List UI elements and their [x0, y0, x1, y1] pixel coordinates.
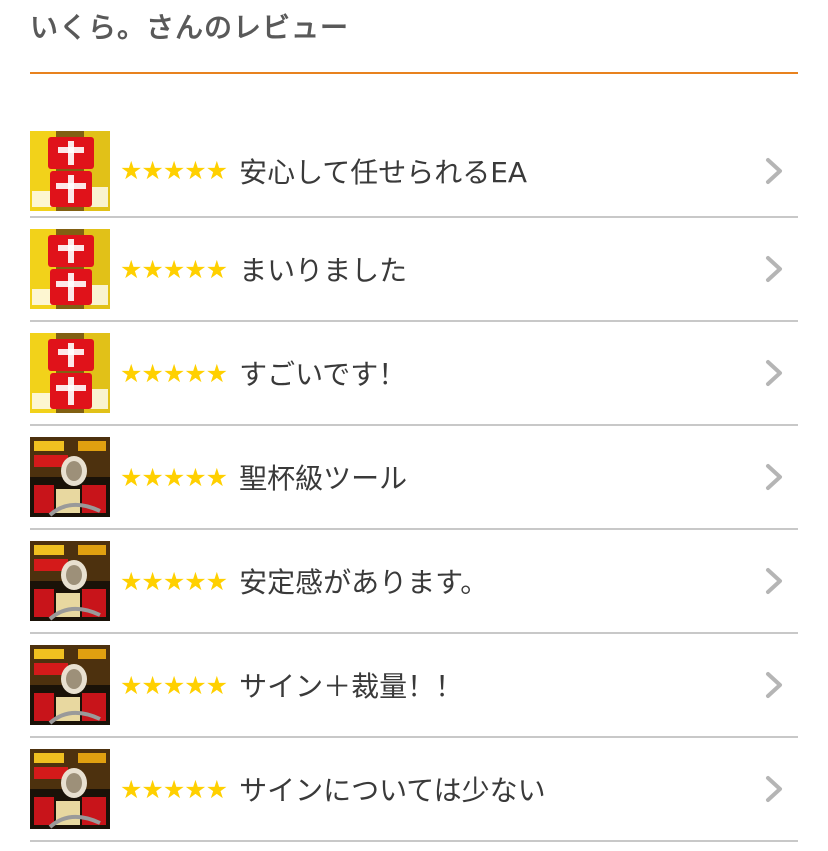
tiger-banner-image	[30, 645, 110, 725]
star-rating: ★★★★★	[120, 462, 228, 492]
review-title: すごいです！	[239, 358, 407, 391]
chevron-right-icon	[766, 256, 782, 282]
review-title: 聖杯級ツール	[239, 462, 408, 495]
review-row[interactable]: ★★★★★ 安定感があります。	[30, 530, 798, 634]
review-title: まいりました	[239, 254, 408, 287]
product-thumbnail	[30, 333, 110, 413]
product-thumbnail	[30, 541, 110, 621]
product-thumbnail	[30, 229, 110, 309]
review-row[interactable]: ★★★★★ 安心して任せられるEA	[30, 125, 798, 218]
star-rating: ★★★★★	[120, 774, 228, 804]
review-row[interactable]: ★★★★★ 聖杯級ツール	[30, 426, 798, 530]
product-thumbnail	[30, 749, 110, 829]
review-row[interactable]: ★★★★★ サイン＋裁量！！	[30, 634, 798, 738]
review-row[interactable]: ★★★★★ まいりました	[30, 218, 798, 322]
product-thumbnail	[30, 645, 110, 725]
sold-out-banner-image	[30, 333, 110, 413]
review-title: サインについては少ない	[239, 774, 546, 807]
star-rating: ★★★★★	[120, 566, 228, 596]
review-title: サイン＋裁量！！	[239, 670, 464, 703]
review-title: 安定感があります。	[239, 566, 489, 599]
product-thumbnail	[30, 437, 110, 517]
star-rating: ★★★★★	[120, 670, 228, 700]
chevron-right-icon	[766, 464, 782, 490]
star-rating: ★★★★★	[120, 358, 228, 388]
tiger-banner-image	[30, 541, 110, 621]
star-rating: ★★★★★	[120, 254, 228, 284]
star-rating: ★★★★★	[120, 156, 228, 185]
title-divider	[30, 72, 798, 74]
chevron-right-icon	[766, 360, 782, 386]
review-row[interactable]: ★★★★★ サインについては少ない	[30, 738, 798, 842]
review-page: いくら。さんのレビュー ★★★★★ 安心して任せられるEA ★★★★★ まいりま…	[0, 0, 828, 851]
chevron-right-icon	[766, 672, 782, 698]
chevron-right-icon	[766, 776, 782, 802]
tiger-banner-image	[30, 749, 110, 829]
product-thumbnail	[30, 130, 110, 211]
sold-out-banner-image	[30, 229, 110, 309]
sold-out-banner-image	[30, 130, 110, 211]
chevron-right-icon	[766, 568, 782, 594]
chevron-right-icon	[766, 157, 782, 184]
review-title: 安心して任せられるEA	[239, 155, 528, 189]
page-title: いくら。さんのレビュー	[30, 11, 350, 44]
review-list: ★★★★★ 安心して任せられるEA ★★★★★ まいりました ★★★★★ すごい…	[30, 125, 798, 842]
review-row[interactable]: ★★★★★ すごいです！	[30, 322, 798, 426]
tiger-banner-image	[30, 437, 110, 517]
